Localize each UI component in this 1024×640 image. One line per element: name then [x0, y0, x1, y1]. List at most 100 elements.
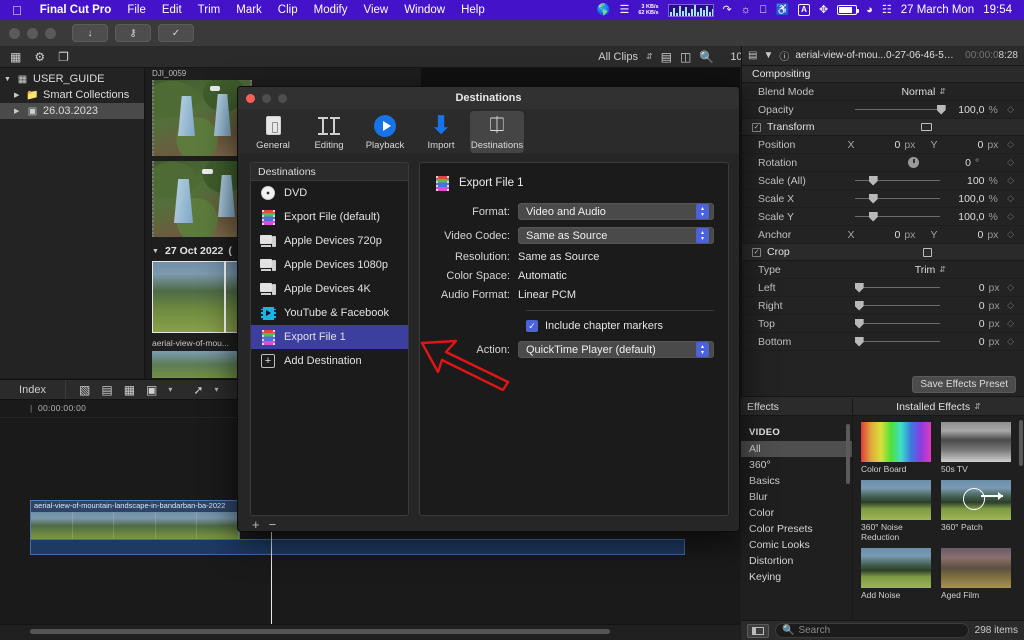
property-blend-mode[interactable]: Blend Mode Normal ⇵ [742, 83, 1024, 101]
menu-file[interactable]: File [119, 4, 154, 16]
select-tool-icon[interactable]: ➚ [193, 383, 203, 397]
effect-item[interactable]: 360° Patch [941, 480, 1011, 542]
effects-category-list[interactable]: VIDEO All 360° Basics Blur Color Color P… [741, 416, 853, 620]
airdrop-icon[interactable]: ↷ [723, 4, 732, 16]
disclosure-triangle-icon[interactable]: ▼ [4, 76, 12, 83]
crop-top-value[interactable]: 0 [940, 318, 985, 330]
toggle-sidebar-icon[interactable] [747, 623, 769, 638]
edit-tools-chevron-down-icon[interactable]: ▾ [168, 385, 172, 394]
crop-bottom-value[interactable]: 0 [940, 336, 985, 348]
keyframe-icon[interactable]: ◇ [1007, 211, 1014, 222]
scale-y-slider[interactable] [854, 211, 940, 222]
input-source-icon[interactable]: A [798, 4, 810, 16]
crop-enable-checkbox[interactable]: ✓ [752, 247, 761, 257]
video-inspector-icon[interactable]: ▤ [748, 50, 757, 61]
add-destination-button[interactable]: + [252, 517, 260, 532]
sidebar-item-user-guide[interactable]: ▼ ▦ USER_GUIDE [0, 71, 144, 87]
position-x-value[interactable]: 0 [861, 139, 900, 151]
property-crop-top[interactable]: Top 0 px ◇ [742, 315, 1024, 333]
tab-playback[interactable]: Playback [358, 111, 412, 153]
timeline-audio-clip[interactable] [30, 539, 685, 555]
menu-help[interactable]: Help [453, 4, 493, 16]
crop-type-popup[interactable]: Trim ⇵ [915, 264, 946, 276]
menu-clock[interactable]: 19:54 [983, 4, 1012, 16]
scale-x-slider[interactable] [854, 193, 940, 204]
chevron-updown-icon[interactable]: ⇵ [939, 87, 946, 96]
effects-grid[interactable]: Color Board 50s TV 360° Noise Reduction … [853, 416, 1024, 620]
tab-destinations[interactable]: ⎅ Destinations [470, 110, 524, 153]
crop-onscreen-controls-icon[interactable] [923, 247, 932, 257]
chevron-updown-icon[interactable]: ⇵ [939, 265, 946, 274]
destination-item-apple-devices-720p[interactable]: Apple Devices 720p [251, 229, 408, 253]
opacity-value[interactable]: 100,0 [940, 104, 984, 116]
crop-right-value[interactable]: 0 [940, 300, 985, 312]
field-include-chapter-markers[interactable]: ✓ Include chapter markers [434, 320, 714, 332]
property-opacity[interactable]: Opacity 100,0 % ◇ [742, 101, 1024, 119]
effect-item[interactable]: Color Board [861, 422, 931, 474]
property-crop-left[interactable]: Left 0 px ◇ [742, 279, 1024, 297]
bluetooth-icon[interactable]: ✥ [819, 4, 828, 16]
effects-category-color[interactable]: Color [741, 505, 852, 521]
display-icon[interactable]: ⎕ [760, 4, 767, 16]
sidebar-item-event-26-03-2023[interactable]: ▶ ▣ 26.03.2023 [0, 103, 144, 119]
minimize-window-button[interactable] [27, 27, 38, 39]
menu-modify[interactable]: Modify [306, 4, 356, 16]
effects-category-distortion[interactable]: Distortion [741, 553, 852, 569]
installed-effects-popup[interactable]: Installed Effects ⇵ [853, 401, 1024, 413]
menu-window[interactable]: Window [396, 4, 453, 16]
property-scale-all[interactable]: Scale (All) 100 % ◇ [742, 172, 1024, 190]
destination-item-export-file-1[interactable]: Export File 1 [251, 325, 408, 349]
color-inspector-icon[interactable]: ▼ [763, 50, 773, 61]
apple-icon[interactable]:  [12, 4, 22, 17]
chevron-updown-icon[interactable]: ⇵ [974, 402, 981, 411]
effects-category-360[interactable]: 360° [741, 457, 852, 473]
timeline-horizontal-scrollbar[interactable] [30, 629, 610, 634]
effects-category-scrollbar[interactable] [846, 424, 850, 484]
crop-left-value[interactable]: 0 [940, 282, 985, 294]
action-popup-button[interactable]: QuickTime Player (default) ▴ ▾ [518, 341, 714, 358]
transform-enable-checkbox[interactable]: ✓ [752, 122, 761, 132]
destination-item-apple-devices-4k[interactable]: Apple Devices 4K [251, 277, 408, 301]
crop-right-slider[interactable] [854, 300, 940, 311]
zoom-window-button[interactable] [45, 27, 56, 39]
sidebar-item-smart-collections[interactable]: ▶ 📁 Smart Collections [0, 87, 144, 103]
destination-item-dvd[interactable]: DVD [251, 181, 408, 205]
anchor-y-value[interactable]: 0 [944, 229, 983, 241]
crop-top-slider[interactable] [854, 318, 940, 329]
property-scale-y[interactable]: Scale Y 100,0 % ◇ [742, 208, 1024, 226]
section-header-compositing[interactable]: Compositing [742, 66, 1024, 83]
effects-category-color-presets[interactable]: Color Presets [741, 521, 852, 537]
property-anchor[interactable]: Anchor X 0 px Y 0 px ◇ [742, 226, 1024, 244]
keyframe-icon[interactable]: ◇ [1007, 193, 1014, 204]
connect-edit-icon[interactable]: ▦ [124, 383, 135, 397]
rotation-dial[interactable] [908, 157, 919, 168]
destinations-preferences-dialog[interactable]: Destinations General Editing Playback ⬇ … [237, 86, 740, 532]
effect-item[interactable]: 360° Noise Reduction [861, 480, 931, 542]
all-clips-filter[interactable]: All Clips [598, 51, 638, 63]
download-icon[interactable]: ↓ [72, 24, 108, 42]
info-inspector-icon[interactable]: ⓘ [779, 48, 789, 63]
insert-edit-icon[interactable]: ▤ [101, 383, 112, 397]
effects-grid-scrollbar[interactable] [1019, 420, 1023, 466]
menu-edit[interactable]: Edit [154, 4, 190, 16]
keyframe-icon[interactable]: ◇ [1007, 157, 1014, 168]
effects-category-blur[interactable]: Blur [741, 489, 852, 505]
video-codec-popup-button[interactable]: Same as Source ▴ ▾ [518, 227, 714, 244]
network-activity-graph[interactable] [667, 3, 714, 17]
menu-trim[interactable]: Trim [190, 4, 229, 16]
effects-category-all[interactable]: All [741, 441, 852, 457]
menu-final-cut-pro[interactable]: Final Cut Pro [32, 4, 120, 16]
append-edit-icon[interactable]: ▧ [79, 383, 90, 397]
property-scale-x[interactable]: Scale X 100,0 % ◇ [742, 190, 1024, 208]
chevron-updown-icon[interactable]: ▴ ▾ [696, 228, 709, 243]
menu-clip[interactable]: Clip [270, 4, 306, 16]
blend-mode-popup[interactable]: Normal ⇵ [901, 86, 946, 98]
property-crop-bottom[interactable]: Bottom 0 px ◇ [742, 333, 1024, 351]
destination-item-youtube-facebook[interactable]: YouTube & Facebook [251, 301, 408, 325]
effects-category-comic-looks[interactable]: Comic Looks [741, 537, 852, 553]
scale-all-slider[interactable] [854, 175, 940, 186]
keyframe-icon[interactable]: ◇ [1007, 175, 1014, 186]
destination-item-export-file-default[interactable]: Export File (default) [251, 205, 408, 229]
overwrite-edit-icon[interactable]: ▣ [146, 383, 157, 397]
menu-mark[interactable]: Mark [228, 4, 270, 16]
